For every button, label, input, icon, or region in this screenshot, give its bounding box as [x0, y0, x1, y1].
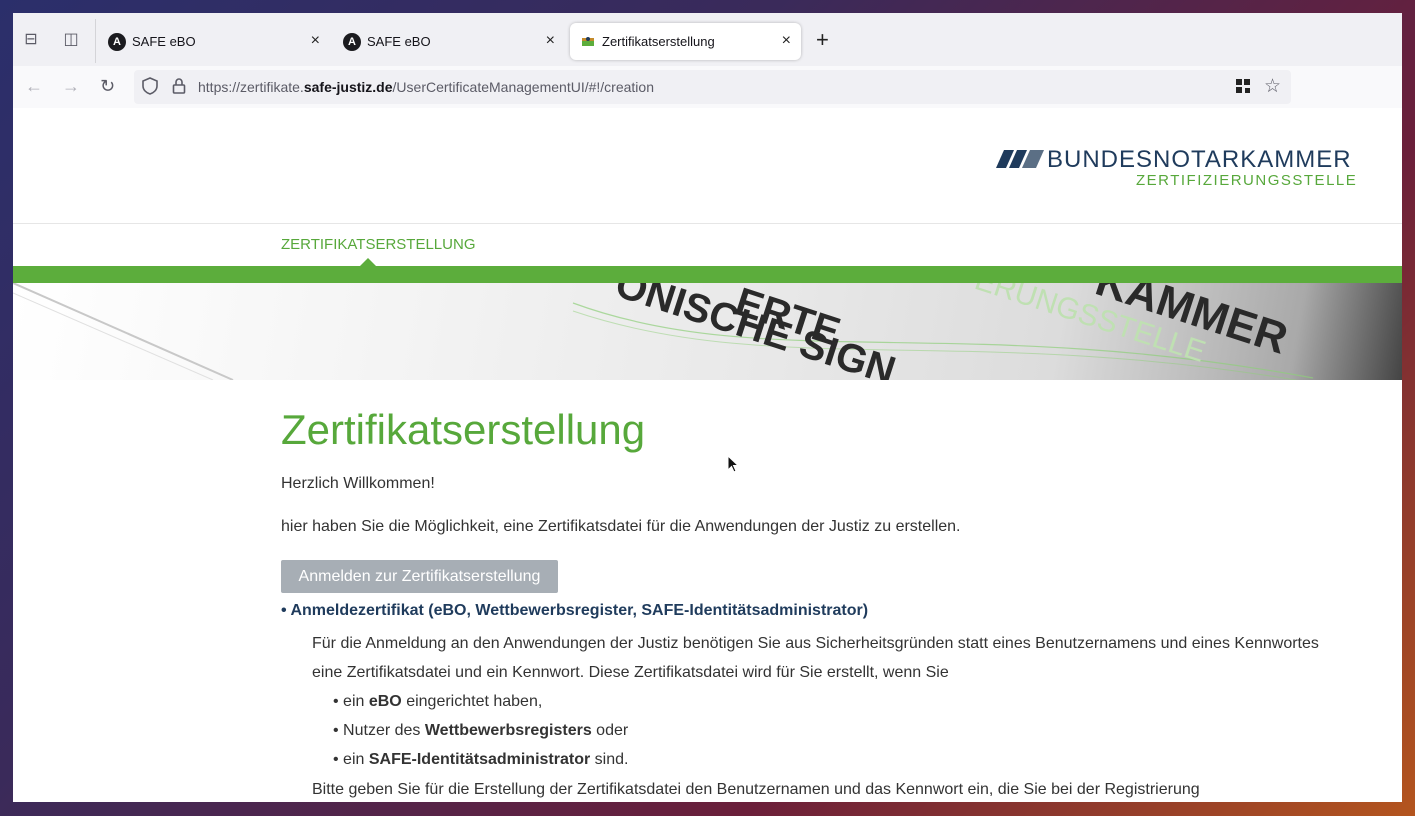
page-title: Zertifikatserstellung [281, 406, 646, 453]
tab-safe-ebo-2[interactable]: A SAFE eBO × [333, 23, 565, 60]
qr-code-icon[interactable] [1235, 78, 1251, 99]
paragraph-2: eine Zertifikatsdatei und ein Kennwort. … [312, 664, 949, 681]
bookmark-star-icon[interactable]: ☆ [1264, 75, 1281, 98]
tab-close-icon[interactable]: × [546, 32, 555, 50]
sidebar-toggle-icon[interactable]: ◫ [61, 30, 81, 50]
angular-favicon-icon: A [343, 32, 361, 51]
angular-favicon-icon: A [108, 32, 126, 51]
tab-label: Zertifikatserstellung [602, 34, 715, 49]
list-item: • ein eBO eingerichtet haben, [333, 693, 543, 710]
header-divider [13, 223, 1402, 224]
tab-label: SAFE eBO [132, 34, 196, 49]
tab-close-icon[interactable]: × [782, 32, 791, 50]
tab-zertifikatserstellung[interactable]: Zertifikatserstellung × [570, 23, 801, 60]
section-title: • Anmeldezertifikat (eBO, Wettbewerbsreg… [281, 602, 869, 619]
welcome-text: Herzlich Willkommen! [281, 475, 435, 492]
certificate-favicon-icon [580, 33, 596, 51]
mouse-cursor-icon [727, 455, 739, 473]
tab-separator [95, 19, 96, 63]
paragraph-3: Bitte geben Sie für die Erstellung der Z… [312, 781, 1200, 798]
header-banner-image: ERTE ONISCHE SIGN KAMMER ERUNGSSTELLE [13, 283, 1402, 380]
login-certificate-button[interactable]: Anmelden zur Zertifikatserstellung [281, 560, 558, 593]
reload-icon[interactable]: ↻ [100, 76, 115, 96]
intro-text: hier haben Sie die Möglichkeit, eine Zer… [281, 518, 961, 535]
tab-close-icon[interactable]: × [311, 32, 320, 50]
forward-icon[interactable]: → [62, 76, 80, 96]
list-item: • ein SAFE-Identitätsadministrator sind. [333, 751, 629, 768]
paragraph-1: Für die Anmeldung an den Anwendungen der… [312, 635, 1319, 652]
logo-subtitle: ZERTIFIZIERUNGSSTELLE [1136, 172, 1358, 189]
url-bar[interactable]: https://zertifikate.safe-justiz.de/UserC… [134, 70, 1291, 104]
tab-safe-ebo-1[interactable]: A SAFE eBO × [98, 23, 330, 60]
green-nav-bar [13, 266, 1402, 283]
web-page: BUNDESNOTARKAMMER ZERTIFIZIERUNGSSTELLE … [13, 108, 1402, 802]
tab-strip: ⊟ ◫ A SAFE eBO × A SAFE eBO × Zertifikat… [13, 13, 1402, 66]
navigation-bar: ← → ↻ https://zertifikate.safe-justiz.de… [13, 66, 1402, 109]
tab-label: SAFE eBO [367, 34, 431, 49]
logo-name: BUNDESNOTARKAMMER [1047, 146, 1352, 173]
lock-icon[interactable] [172, 77, 186, 100]
shield-icon[interactable] [142, 77, 158, 100]
tab-overview-icon[interactable]: ⊟ [21, 30, 41, 50]
nav-item-zertifikatserstellung[interactable]: ZERTIFIKATSERSTELLUNG [281, 236, 475, 253]
new-tab-button[interactable]: + [816, 29, 829, 51]
url-text[interactable]: https://zertifikate.safe-justiz.de/UserC… [198, 79, 654, 95]
browser-window: ⊟ ◫ A SAFE eBO × A SAFE eBO × Zertifikat… [13, 13, 1402, 802]
list-item: • Nutzer des Wettbewerbsregisters oder [333, 722, 629, 739]
back-icon[interactable]: ← [25, 76, 43, 96]
logo-stripes-icon [996, 150, 1044, 168]
